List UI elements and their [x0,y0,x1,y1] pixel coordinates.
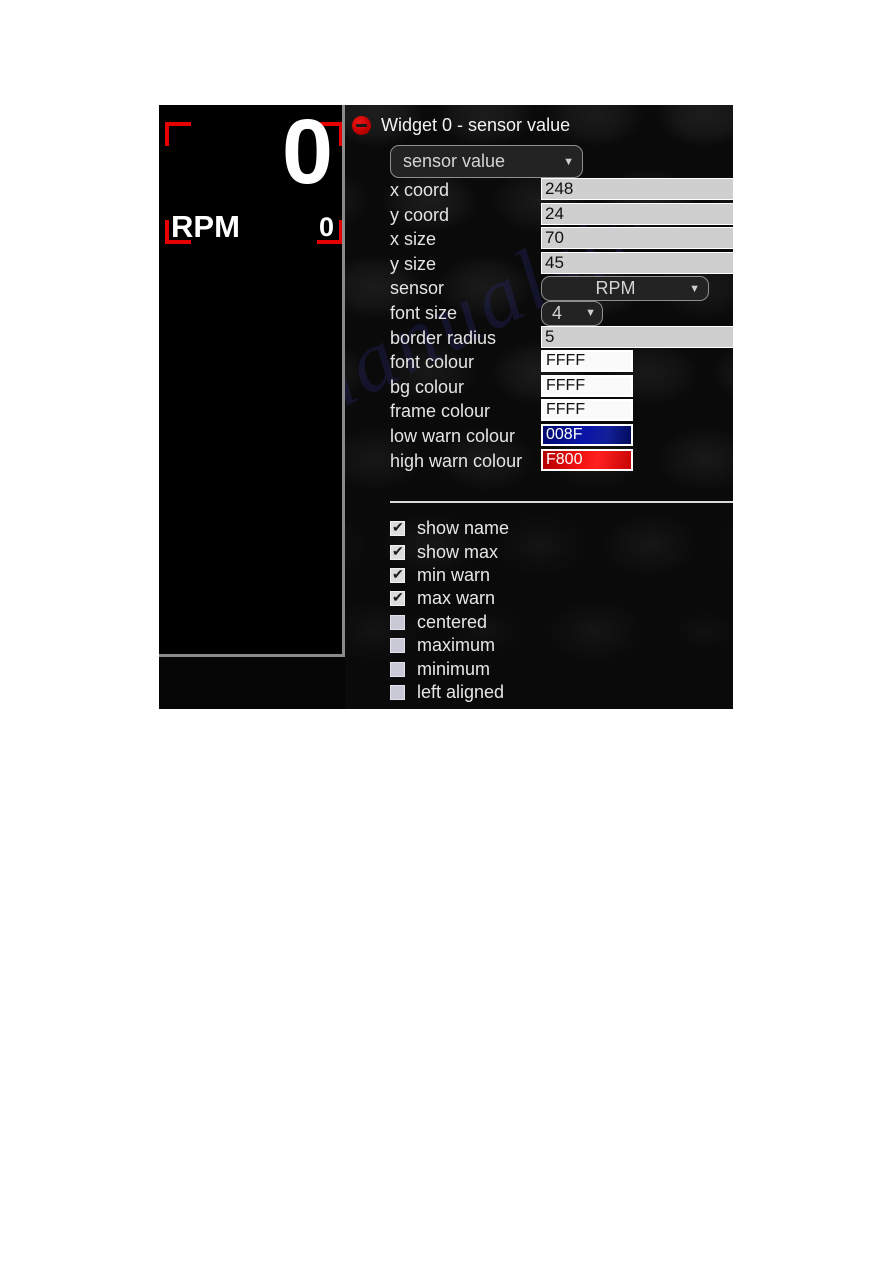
preview-sensor-value: 0 [281,105,333,203]
field-control: FFFF [541,374,633,397]
x-size-input[interactable]: 70 [541,227,733,250]
checkbox-centered[interactable] [390,614,405,630]
field-row: frame colour FFFF [345,399,733,424]
y-coord-input[interactable]: 24 [541,202,733,225]
field-control: FFFF [541,350,633,373]
frame-colour-input[interactable]: FFFF [541,399,633,422]
option-label: show max [417,541,499,562]
option-label: min warn [417,564,491,585]
property-fields: x coord 248 y coord 24 x size 70 y size 45 senso… [345,178,733,473]
field-label: font colour [390,352,475,373]
option-row[interactable]: show max [390,540,509,563]
section-divider [390,501,733,503]
field-control: 4 ▼ [541,300,603,326]
preview-sensor-name: RPM [171,209,240,244]
chevron-down-icon: ▼ [689,282,700,295]
remove-circle-icon[interactable] [352,116,371,135]
option-row[interactable]: centered [390,611,509,634]
field-label: high warn colour [390,450,523,471]
preview-sensor-max: 0 [318,212,334,242]
checkbox-show-name[interactable] [390,519,405,537]
field-row: y size 45 [345,251,733,277]
field-row: font colour FFFF [345,350,733,375]
low-warn-colour-input[interactable]: 008F [541,423,633,446]
field-label: x size [390,229,437,250]
checkbox-max-warn[interactable] [390,589,405,607]
chevron-down-icon: ▼ [563,155,574,168]
field-label: low warn colour [390,425,516,446]
border-radius-input[interactable]: 5 [541,325,733,348]
checkbox-minimum[interactable] [390,661,405,677]
field-control: 45 [541,251,733,274]
font-size-value: 4 [552,302,563,323]
field-row: high warn colour F800 [345,448,733,474]
field-control: F800 [541,448,633,471]
field-control: 008F [541,423,633,446]
option-row[interactable]: maximum [390,634,509,657]
checkbox-show-max[interactable] [390,543,405,560]
widget-title: Widget 0 - sensor value [381,115,571,135]
y-size-input[interactable]: 45 [541,251,733,274]
high-warn-colour-input[interactable]: F800 [541,448,633,471]
editor-header: Widget 0 - sensor value [352,115,570,136]
option-label: centered [417,611,488,632]
checkbox-left-aligned[interactable] [390,684,405,700]
frame-corner-top-left [165,122,191,146]
field-label: frame colour [390,401,491,422]
field-label: y coord [390,204,450,225]
option-checkbox-list: show nameshow maxmin warn max warncentere… [390,517,509,704]
field-label: x coord [390,180,450,200]
field-label: sensor [390,278,445,299]
field-label: border radius [390,327,497,348]
option-label: maximum [417,635,496,656]
option-row[interactable]: show name [390,517,509,540]
field-row: x coord 248 [345,178,733,203]
chevron-down-icon: ▼ [585,307,596,320]
field-row: border radius 5 [345,325,733,351]
checkbox-min-warn[interactable] [390,566,405,583]
field-label: bg colour [390,376,465,397]
field-row: sensor RPM ▼ [345,276,733,302]
field-control: 5 [541,325,733,348]
option-row[interactable]: max warn [390,587,509,610]
widget-type-select[interactable]: sensor value ▼ [390,145,583,178]
widget-editor-window: manualslive.com Widget 0 - sensor value … [159,105,733,709]
option-label: max warn [417,588,496,609]
field-row: x size 70 [345,227,733,252]
field-control: RPM ▼ [541,276,709,302]
sensor-value: RPM [595,278,636,299]
field-label: font size [390,302,458,323]
x-coord-input[interactable]: 248 [541,178,733,200]
bg-colour-input[interactable]: FFFF [541,374,633,397]
sensor-select[interactable]: RPM ▼ [541,276,709,302]
field-row: font size 4 ▼ [345,300,733,326]
field-label: y size [390,253,437,274]
field-row: low warn colour 008F [345,423,733,449]
option-row[interactable]: min warn [390,564,509,587]
option-label: show name [417,518,510,539]
field-control: FFFF [541,399,633,422]
field-control: 248 [541,178,733,200]
font-size-select[interactable]: 4 ▼ [541,300,603,326]
widget-preview-frame: 0 RPM 0 [165,106,342,244]
field-row: y coord 24 [345,202,733,228]
font-colour-input[interactable]: FFFF [541,350,633,373]
field-control: 70 [541,227,733,250]
widget-type-value: sensor value [403,151,506,171]
widget-type-row: sensor value ▼ [390,145,733,178]
field-control: 24 [541,202,733,225]
option-label: left aligned [417,681,505,702]
checkbox-maximum[interactable] [390,638,405,654]
editor-pane: manualslive.com Widget 0 - sensor value … [272,105,733,709]
option-row[interactable]: minimum [390,657,509,680]
option-row[interactable]: left aligned [390,681,509,704]
option-label: minimum [417,658,491,679]
widget-preview-pane[interactable]: 0 RPM 0 [159,105,345,657]
field-row: bg colour FFFF [345,374,733,400]
